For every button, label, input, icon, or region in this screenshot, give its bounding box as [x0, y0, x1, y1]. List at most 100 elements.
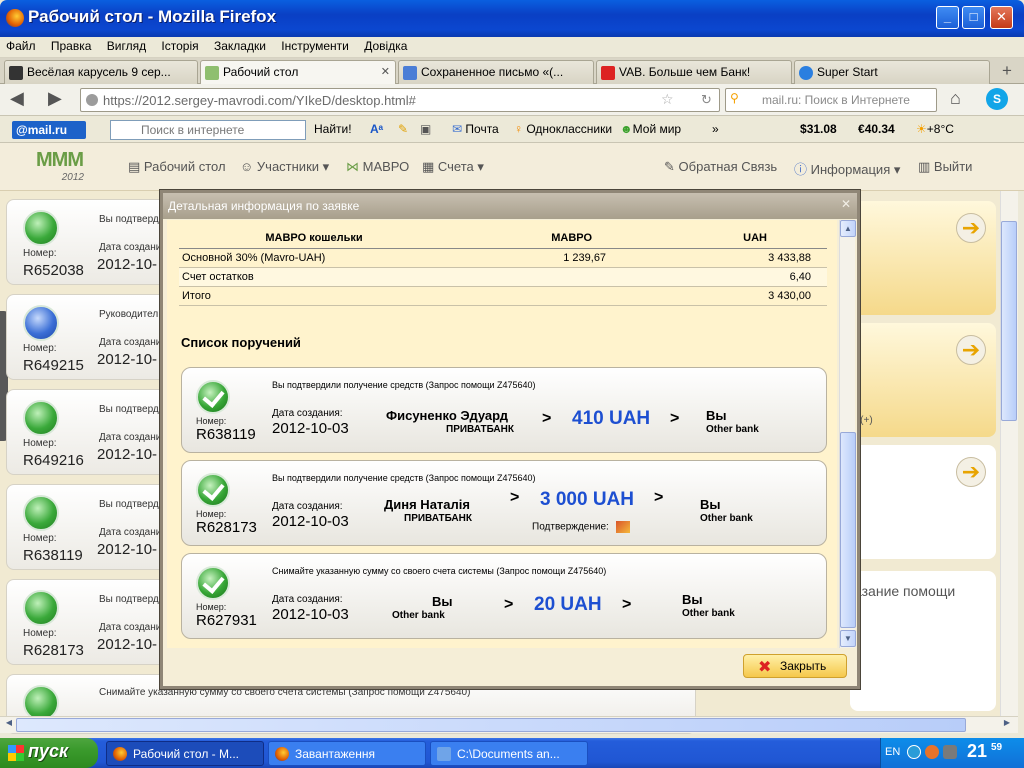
- right-card[interactable]: азание помощи ей ть: [850, 571, 996, 711]
- horizontal-scrollbar-thumb[interactable]: [16, 718, 966, 732]
- left-order-card[interactable]: Вы подтверд Номер: R649216 Дата создани …: [6, 389, 186, 475]
- tab-super-start[interactable]: Super Start: [794, 60, 990, 84]
- card-number: R628173: [23, 642, 84, 659]
- skype-button[interactable]: S: [986, 88, 1008, 110]
- bookmark-star-icon[interactable]: ☆: [661, 91, 674, 108]
- menu-history[interactable]: Історія: [155, 37, 204, 53]
- card-number: R638119: [23, 547, 83, 564]
- table-cell: [449, 267, 623, 287]
- order-amount: 20 UAH: [534, 594, 602, 615]
- windows-flag-icon: [8, 745, 24, 761]
- reload-icon[interactable]: ↻: [701, 92, 712, 108]
- horizontal-scrollbar[interactable]: ◀ ▶: [0, 716, 1018, 733]
- maximize-button[interactable]: □: [962, 6, 985, 29]
- order-card[interactable]: Вы подтвердили получение средств (Запрос…: [181, 367, 827, 453]
- home-icon[interactable]: ⌂: [950, 88, 961, 109]
- scroll-down-button[interactable]: ▼: [840, 630, 856, 647]
- page-scrollbar[interactable]: [1000, 191, 1018, 716]
- scroll-up-button[interactable]: ▲: [840, 220, 856, 237]
- table-cell: [449, 286, 623, 306]
- search-bar[interactable]: ⚲ mail.ru: Поиск в Интернете: [725, 88, 937, 112]
- menu-file[interactable]: Файл: [0, 37, 42, 53]
- nav-desktop[interactable]: ▤ Рабочий стол: [128, 159, 226, 175]
- dialog-close-icon[interactable]: ✕: [841, 197, 851, 211]
- menu-tools[interactable]: Інструменти: [275, 37, 355, 53]
- close-button-label: Закрыть: [780, 659, 827, 673]
- dialog-scrollbar[interactable]: ▲ ▼: [839, 220, 856, 648]
- taskbar-item-downloads[interactable]: Завантаження: [268, 741, 426, 766]
- order-card[interactable]: Вы подтвердили получение средств (Запрос…: [181, 460, 827, 546]
- find-button[interactable]: Найти!: [314, 122, 352, 136]
- left-order-card[interactable]: Вы подтверд Номер: R628173 Дата создани …: [6, 579, 186, 665]
- arrow-right-icon[interactable]: ➔: [956, 335, 986, 365]
- close-window-button[interactable]: ✕: [990, 6, 1013, 29]
- right-card[interactable]: ➔ ей ть: [850, 445, 996, 559]
- left-order-card[interactable]: Вы подтверд Номер: R652038 Дата создани …: [6, 199, 186, 285]
- left-order-card[interactable]: Вы подтверд Номер: R638119 Дата создани …: [6, 484, 186, 570]
- nav-info[interactable]: ⓘ Информация ▾: [794, 159, 900, 178]
- language-indicator[interactable]: EN: [885, 746, 900, 758]
- scrollbar-thumb[interactable]: [840, 432, 856, 628]
- nav-feedback[interactable]: ✎ Обратная Связь: [664, 159, 777, 175]
- network-icon[interactable]: [907, 745, 921, 759]
- right-card[interactable]: ➔ ей ть: [850, 201, 996, 315]
- tab-label: VAB. Больше чем Банк!: [619, 65, 751, 79]
- my-world-link[interactable]: ☻Мой мир: [620, 122, 681, 136]
- menu-help[interactable]: Довідка: [358, 37, 413, 53]
- search-engine-icon[interactable]: ⚲: [730, 91, 739, 105]
- tab-vab[interactable]: VAB. Больше чем Банк!: [596, 60, 792, 84]
- usd-rate: $31.08: [800, 122, 837, 136]
- start-button[interactable]: пуск: [0, 738, 98, 768]
- arrow-right-icon: >: [670, 410, 680, 427]
- opera-icon[interactable]: [925, 745, 939, 759]
- tab-desktop[interactable]: Рабочий стол ✕: [200, 60, 396, 85]
- menu-edit[interactable]: Правка: [45, 37, 98, 53]
- mailru-search-input[interactable]: Поиск в интернете: [110, 120, 306, 140]
- more-chevron-icon[interactable]: »: [712, 122, 719, 136]
- scroll-right-button[interactable]: ▶: [1000, 718, 1014, 732]
- mail-link[interactable]: ✉ Почта: [452, 122, 499, 136]
- arrow-right-icon[interactable]: ➔: [956, 213, 986, 243]
- mmm-logo[interactable]: MMM 2012: [36, 149, 84, 185]
- table-cell: Итого: [179, 286, 449, 306]
- card-date-label: Дата создани: [99, 527, 162, 538]
- nav-desktop-label: Рабочий стол: [143, 159, 226, 174]
- check-icon: [196, 380, 230, 414]
- taskbar-item-explorer[interactable]: C:\Documents an...: [430, 741, 588, 766]
- left-order-card[interactable]: Руководител Номер: R649215 Дата создани …: [6, 294, 186, 380]
- menu-bookmarks[interactable]: Закладки: [208, 37, 272, 53]
- card-date-label: Дата создани: [99, 242, 162, 253]
- arrow-right-icon[interactable]: ➔: [956, 457, 986, 487]
- close-tab-icon[interactable]: ✕: [381, 65, 390, 78]
- highlight-icon[interactable]: ✎: [398, 122, 408, 136]
- receipt-image-icon[interactable]: [615, 521, 630, 533]
- forward-button[interactable]: ▶: [48, 88, 62, 109]
- nav-logout[interactable]: ▥ Выйти: [918, 159, 972, 175]
- tab-carousel[interactable]: Весёлая карусель 9 сер...: [4, 60, 198, 84]
- tab-saved-letter[interactable]: Сохраненное письмо «(...: [398, 60, 594, 84]
- right-card[interactable]: ➔ ей ть за(+): [850, 323, 996, 437]
- folder-icon: [437, 747, 451, 761]
- nav-accounts[interactable]: ▦ Счета ▾: [422, 159, 484, 175]
- odnoklassniki-link[interactable]: ♀ Одноклассники: [514, 122, 612, 136]
- page-scrollbar-thumb[interactable]: [1001, 221, 1017, 421]
- minimize-button[interactable]: _: [936, 6, 959, 29]
- url-bar[interactable]: https://2012.sergey-mavrodi.com/YIkeD/de…: [80, 88, 720, 112]
- nav-mavro[interactable]: ⋈ МАВРО: [346, 159, 409, 175]
- order-card[interactable]: Снимайте указанную сумму со своего счета…: [181, 553, 827, 639]
- mailru-logo[interactable]: @mail.ru: [12, 121, 86, 139]
- table-cell: 6,40: [622, 267, 827, 287]
- accounts-icon: ▦: [422, 159, 435, 174]
- nav-participants[interactable]: ☺ Участники ▾: [240, 159, 329, 175]
- new-tab-button[interactable]: +: [994, 61, 1020, 82]
- tray-app-icon[interactable]: [943, 745, 957, 759]
- order-number-label: Номер:: [196, 602, 227, 612]
- menu-view[interactable]: Вигляд: [101, 37, 152, 53]
- system-tray: EN 21 59: [880, 738, 1024, 768]
- taskbar-item-firefox[interactable]: Рабочий стол - M...: [106, 741, 264, 766]
- back-button[interactable]: ◀: [10, 88, 24, 109]
- screenshot-icon[interactable]: ▣: [420, 122, 431, 136]
- close-button[interactable]: ✖ Закрыть: [743, 654, 847, 678]
- scroll-left-button[interactable]: ◀: [2, 718, 16, 732]
- font-size-icon[interactable]: Aᵃ: [370, 122, 383, 136]
